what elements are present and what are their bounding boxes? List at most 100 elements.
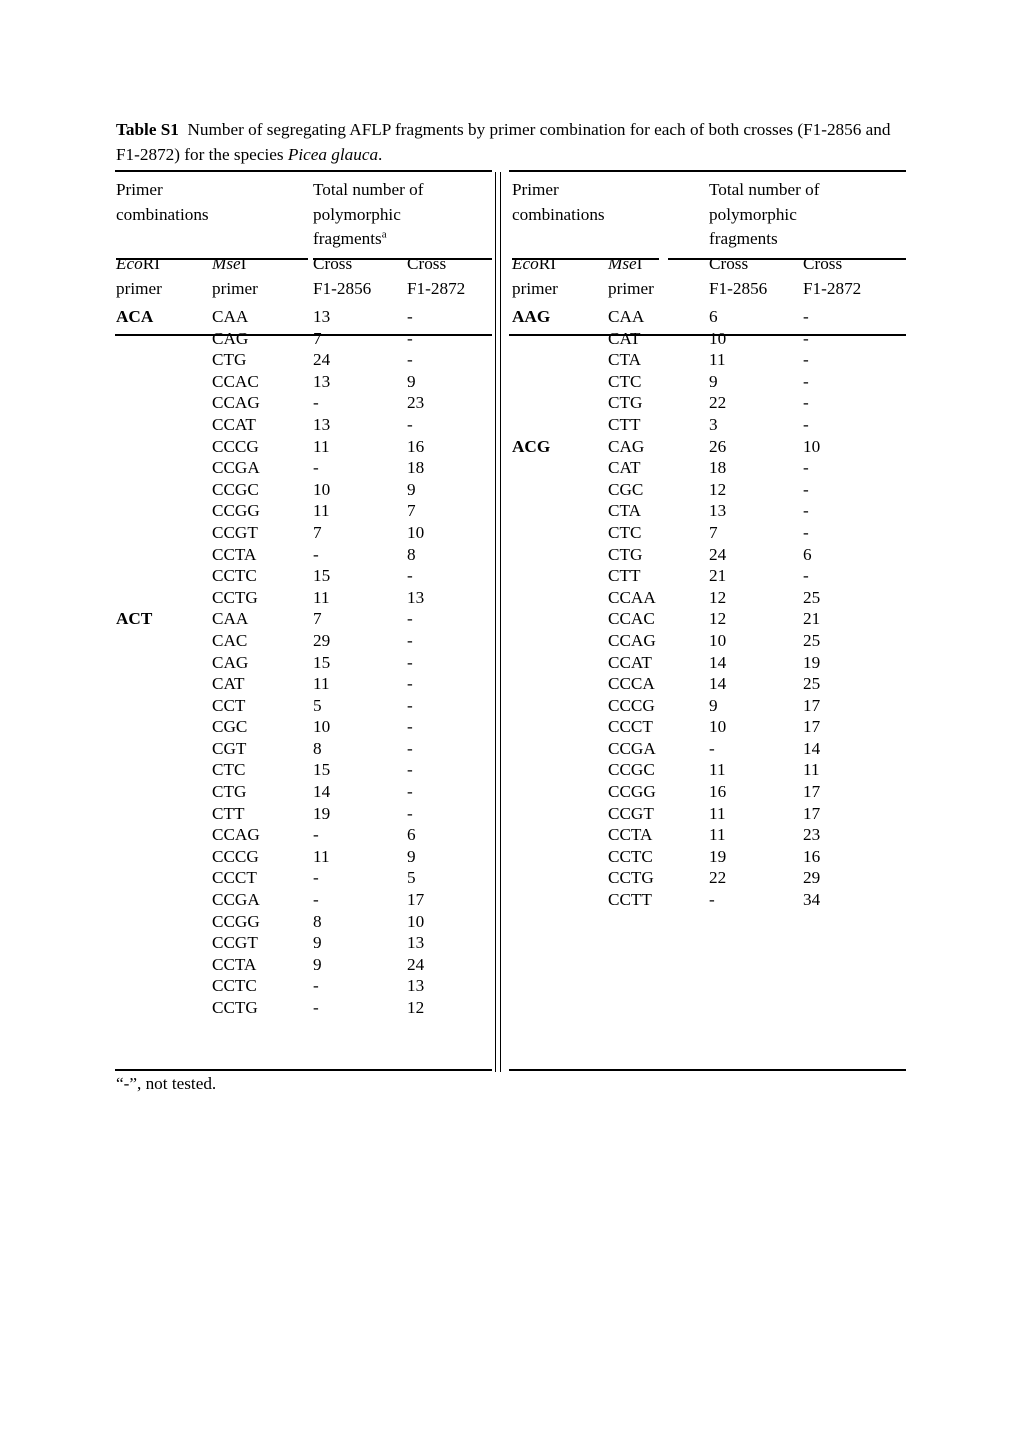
left-cross1-line2: F1-2856 xyxy=(313,278,372,298)
cross-f1-2872-cell: - xyxy=(803,350,809,370)
right-subheader-rule xyxy=(509,334,906,336)
cross-f1-2856-cell: 11 xyxy=(709,350,726,370)
cross-f1-2872-cell: - xyxy=(407,307,413,326)
table-row: CCCG 11 16 xyxy=(116,436,508,458)
msei-primer-cell: CCCA xyxy=(608,674,655,694)
cross-f1-2872-cell: 12 xyxy=(407,998,425,1017)
cross-f1-2872-cell: 25 xyxy=(803,674,821,694)
left-header-rule-fragments xyxy=(313,258,492,260)
cross-f1-2872-cell: 14 xyxy=(803,738,821,758)
cross-f1-2872-cell: 16 xyxy=(803,846,821,866)
cross-f1-2856-cell: 29 xyxy=(313,630,331,650)
table-label: Table S1 xyxy=(116,120,179,139)
msei-primer-cell: CCGG xyxy=(212,911,260,931)
right-total-fragments-header: Total number of polymorphic fragments xyxy=(709,178,904,252)
left-msei-rest: I xyxy=(240,254,247,273)
cross-f1-2856-cell: 24 xyxy=(709,544,727,564)
top-rule-right xyxy=(509,170,906,172)
cross-f1-2856-cell: 19 xyxy=(313,803,331,823)
cross-f1-2872-cell: 17 xyxy=(803,695,821,715)
cross-f1-2856-cell: 11 xyxy=(313,501,330,521)
cross-f1-2856-cell: - xyxy=(313,393,319,413)
cross-f1-2872-cell: - xyxy=(803,371,809,391)
cross-f1-2872-cell: - xyxy=(407,782,413,802)
right-cross1-line1: Cross xyxy=(709,254,749,273)
cross-f1-2872-cell: 23 xyxy=(803,825,821,845)
table-row: CTA 11 - xyxy=(512,349,904,371)
right-cross1-line2: F1-2856 xyxy=(709,278,768,298)
cross-f1-2872-cell: - xyxy=(407,350,413,370)
cross-f1-2856-cell: 11 xyxy=(709,803,726,823)
cross-f1-2856-cell: 7 xyxy=(313,609,322,629)
right-group-header-row: Primer combinations Total number of poly… xyxy=(512,178,904,252)
cross-f1-2872-cell: 25 xyxy=(803,630,821,650)
cross-f1-2856-cell: 13 xyxy=(313,371,331,391)
ecori-primer-cell: ACA xyxy=(116,307,154,326)
cross-f1-2872-cell: 7 xyxy=(407,501,416,521)
msei-primer-cell: CCAT xyxy=(212,414,256,434)
table-row: CCCG 11 9 xyxy=(116,846,508,868)
table-row: AAG CAA 6 - xyxy=(512,306,904,328)
cross-f1-2856-cell: 12 xyxy=(709,609,727,629)
cross-f1-2872-cell: - xyxy=(803,414,809,434)
cross-f1-2872-cell: 13 xyxy=(407,933,425,953)
msei-primer-cell: CCGT xyxy=(212,933,258,953)
msei-primer-cell: CCTC xyxy=(212,976,257,996)
table-footnote: “-”, not tested. xyxy=(116,1074,217,1093)
msei-primer-cell: CCGT xyxy=(608,803,654,823)
caption-text-part2: . xyxy=(378,145,383,164)
cross-f1-2872-cell: 17 xyxy=(803,782,821,802)
species-name: Picea glauca xyxy=(287,145,379,164)
table-row: CCCA 14 25 xyxy=(512,673,904,695)
cross-f1-2856-cell: 19 xyxy=(709,846,727,866)
cross-f1-2872-cell: - xyxy=(407,717,413,737)
cross-f1-2856-cell: 11 xyxy=(313,436,330,456)
cross-f1-2872-cell: 8 xyxy=(407,544,416,564)
cross-f1-2872-cell: - xyxy=(407,695,413,715)
msei-primer-cell: CAC xyxy=(212,630,248,650)
table-right: Primer combinations Total number of poly… xyxy=(512,178,904,911)
msei-primer-cell: CCCG xyxy=(212,846,259,866)
msei-primer-cell: CCTG xyxy=(212,998,258,1017)
cross-f1-2856-cell: 10 xyxy=(313,717,331,737)
cross-f1-2872-cell: 29 xyxy=(803,868,821,888)
right-msei-italic: Mse xyxy=(608,254,637,273)
table-row: CCGA - 14 xyxy=(512,738,904,760)
table-row: CCCT 10 17 xyxy=(512,716,904,738)
right-fragments-line1: Total number of xyxy=(709,180,820,199)
cross-f1-2872-cell: 9 xyxy=(407,371,416,391)
cross-f1-2856-cell: 14 xyxy=(709,652,727,672)
cross-f1-2856-cell: - xyxy=(709,738,715,758)
table-row: CTG 22 - xyxy=(512,392,904,414)
msei-primer-cell: CCGA xyxy=(212,890,260,910)
table-row: CCGT 11 17 xyxy=(512,803,904,825)
msei-primer-cell: CAG xyxy=(212,652,249,672)
cross-f1-2872-cell: 10 xyxy=(407,522,425,542)
table-row: CCAC 13 9 xyxy=(116,371,508,393)
cross-f1-2872-cell: - xyxy=(407,652,413,672)
left-subheader-rule xyxy=(115,334,492,336)
table-row: CCTA - 8 xyxy=(116,544,508,566)
cross-f1-2856-cell: - xyxy=(709,890,715,910)
table-row: CGC 10 - xyxy=(116,716,508,738)
left-primer-combinations-header: Primer combinations xyxy=(116,178,306,227)
msei-primer-cell: CTC xyxy=(212,760,246,780)
cross-f1-2856-cell: 22 xyxy=(709,393,727,413)
left-header-rule-primer xyxy=(116,258,308,260)
msei-primer-cell: CTT xyxy=(608,414,641,434)
table-row: CCGG 16 17 xyxy=(512,781,904,803)
msei-primer-cell: CCGG xyxy=(212,501,260,521)
table-left: Primer combinations Total number of poly… xyxy=(116,178,508,1019)
right-primer-combinations-header: Primer combinations xyxy=(512,178,702,227)
msei-primer-cell: CTT xyxy=(212,803,245,823)
ecori-primer-cell: AAG xyxy=(512,307,551,326)
cross-f1-2856-cell: 13 xyxy=(709,501,727,521)
left-cross1-line1: Cross xyxy=(313,254,353,273)
cross-f1-2872-cell: - xyxy=(407,630,413,650)
msei-primer-cell: CAG xyxy=(608,436,645,456)
table-row: CTT 21 - xyxy=(512,565,904,587)
cross-f1-2872-cell: - xyxy=(407,738,413,758)
cross-f1-2856-cell: 12 xyxy=(709,587,727,607)
cross-f1-2872-cell: - xyxy=(407,414,413,434)
cross-f1-2856-cell: 9 xyxy=(313,933,322,953)
